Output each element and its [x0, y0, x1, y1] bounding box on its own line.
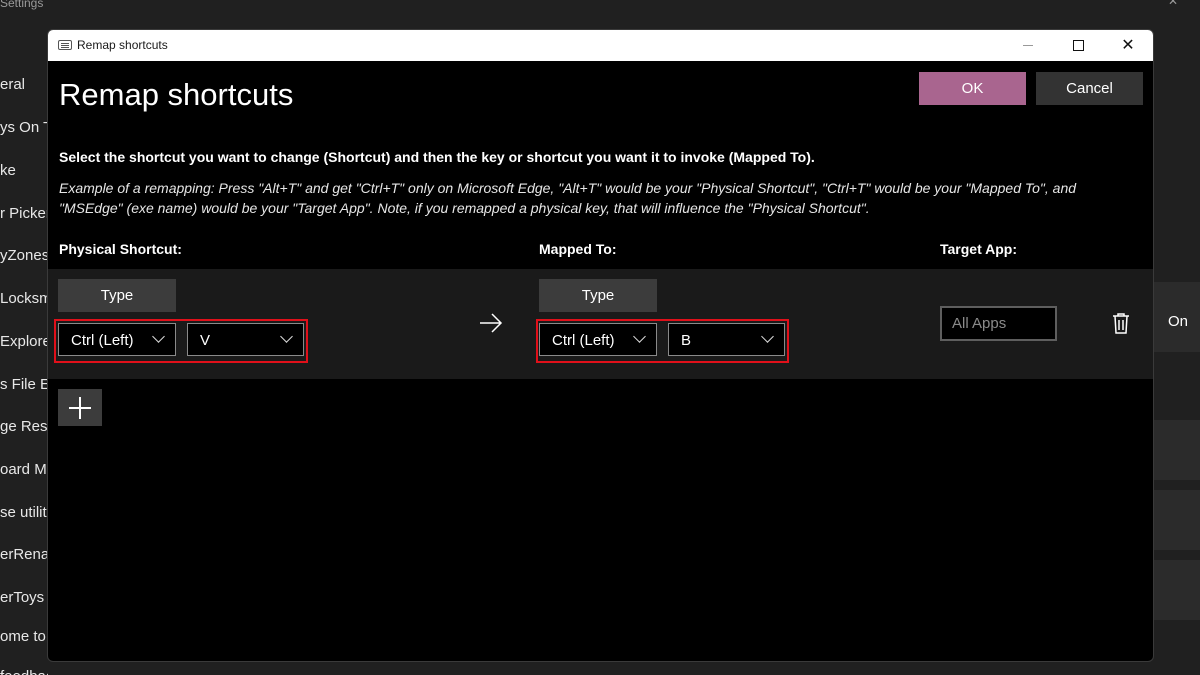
sidebar-item-color-picker[interactable]: r Picker — [0, 205, 48, 222]
target-app-header: Target App: — [940, 241, 1017, 257]
sidebar-item-general[interactable]: eral — [0, 76, 48, 93]
physical-shortcut-header: Physical Shortcut: — [59, 241, 182, 257]
instructions-text: Select the shortcut you want to change (… — [59, 149, 815, 165]
mapped-to-header: Mapped To: — [539, 241, 617, 257]
physical-key-dropdown[interactable]: V — [187, 323, 304, 356]
settings-row — [1154, 420, 1200, 480]
ok-button[interactable]: OK — [919, 72, 1026, 105]
settings-row — [1154, 490, 1200, 550]
chevron-down-icon — [152, 330, 165, 343]
target-app-input[interactable] — [952, 315, 1047, 332]
close-icon[interactable]: ✕ — [1105, 30, 1151, 61]
maximize-icon[interactable] — [1055, 30, 1101, 61]
arrow-right-icon — [480, 313, 503, 333]
sidebar-item-image-resizer[interactable]: ge Resiz — [0, 418, 48, 435]
dialog-titlebar: Remap shortcuts ✕ — [48, 30, 1153, 61]
mapped-modifier-value: Ctrl (Left) — [552, 332, 615, 349]
remap-shortcuts-dialog: Remap shortcuts ✕ Remap shortcuts OK Can… — [47, 29, 1154, 662]
cancel-button[interactable]: Cancel — [1036, 72, 1143, 105]
minimize-icon — [1005, 30, 1051, 61]
sidebar-item-feedback[interactable]: feedback — [0, 668, 48, 675]
trash-icon[interactable] — [1111, 312, 1131, 334]
sidebar-item-keyboard-manager[interactable]: oard M — [0, 461, 48, 478]
physical-modifier-dropdown[interactable]: Ctrl (Left) — [58, 323, 176, 356]
mapped-key-dropdown[interactable]: B — [668, 323, 785, 356]
sidebar-item-awake[interactable]: ke — [0, 162, 48, 179]
settings-titlebar: Settings ✕ — [0, 0, 1200, 14]
page-title: Remap shortcuts — [59, 77, 294, 112]
sidebar-item-fancyzones[interactable]: yZones — [0, 247, 48, 264]
sidebar-item-file-locksmith[interactable]: Locksmi — [0, 290, 48, 307]
sidebar-item-powerrename[interactable]: erRenan — [0, 546, 48, 563]
sidebar-item-welcome[interactable]: ome to — [0, 628, 48, 645]
mapped-type-button[interactable]: Type — [539, 279, 657, 312]
mapped-modifier-dropdown[interactable]: Ctrl (Left) — [539, 323, 657, 356]
settings-sidebar: eral ys On T ke r Picker yZones Locksmi … — [0, 14, 48, 675]
chevron-down-icon — [761, 330, 774, 343]
window-title: Remap shortcuts — [77, 38, 168, 52]
physical-modifier-value: Ctrl (Left) — [71, 332, 134, 349]
example-text: Example of a remapping: Press "Alt+T" an… — [59, 180, 1077, 216]
sidebar-item-hosts-file-editor[interactable]: s File Ec — [0, 376, 48, 393]
target-app-field[interactable] — [940, 306, 1057, 341]
sidebar-item-powertoys-run[interactable]: erToys R — [0, 589, 48, 606]
chevron-down-icon — [280, 330, 293, 343]
settings-close-icon[interactable]: ✕ — [1168, 0, 1178, 8]
chevron-down-icon — [633, 330, 646, 343]
settings-title: Settings — [0, 0, 44, 10]
mapped-key-value: B — [681, 332, 692, 349]
sidebar-item-mouse-utilities[interactable]: se utilit — [0, 504, 48, 521]
sidebar-item-always-on-top[interactable]: ys On T — [0, 119, 48, 136]
toggle-state-label: On — [1168, 313, 1189, 330]
physical-type-button[interactable]: Type — [58, 279, 176, 312]
physical-key-value: V — [200, 332, 211, 349]
sidebar-item-file-explorer[interactable]: Explorer — [0, 333, 48, 350]
add-shortcut-button[interactable] — [58, 389, 102, 426]
settings-row — [1154, 560, 1200, 620]
keyboard-icon — [58, 40, 72, 50]
